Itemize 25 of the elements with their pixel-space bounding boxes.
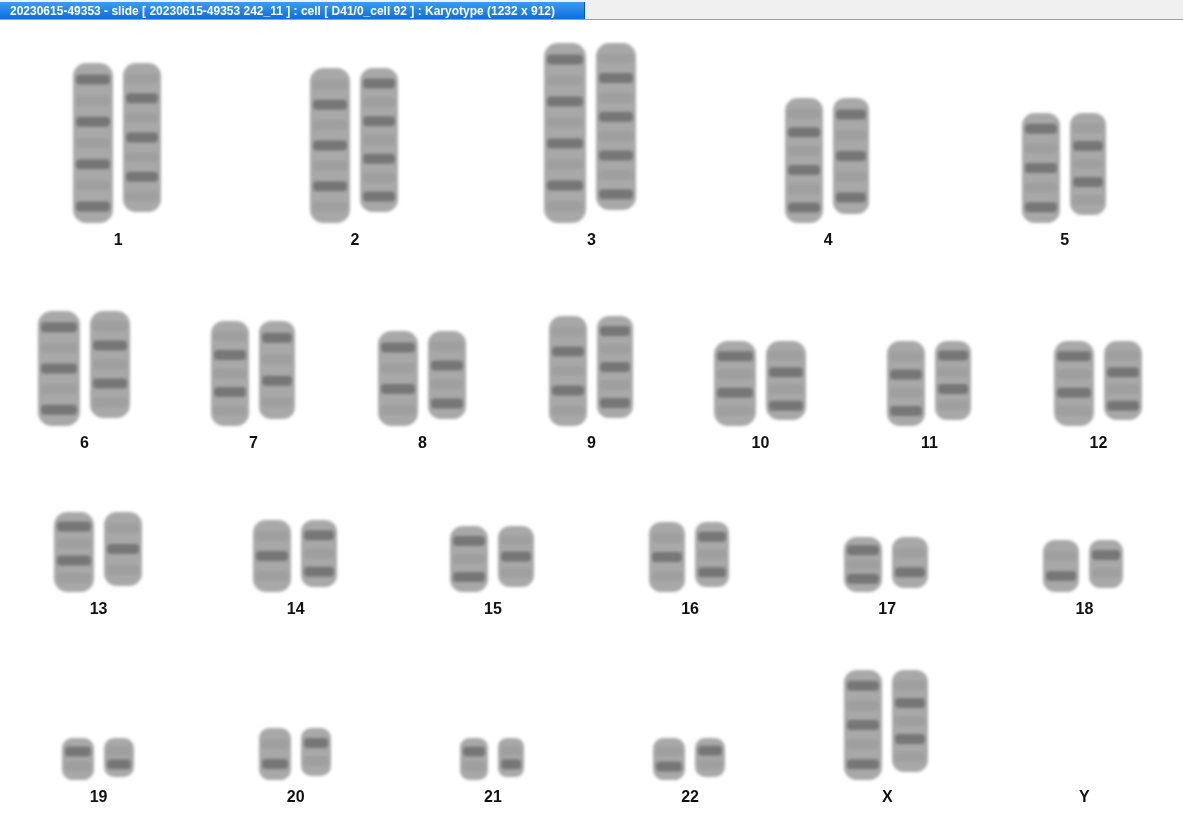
- chromosome-number: 15: [484, 600, 502, 618]
- chromosome-number: 1: [113, 231, 123, 249]
- chromosome-number: 19: [89, 788, 108, 806]
- chromosome-number: 10: [751, 434, 770, 452]
- chromosome-number: 18: [1075, 600, 1094, 618]
- chromosome-number: X: [881, 788, 893, 806]
- chromosome-number: Y: [1079, 788, 1090, 806]
- chromosome-number: 13: [89, 600, 108, 618]
- chromosome-number: 17: [878, 600, 897, 618]
- chromosome-number: 4: [823, 231, 833, 249]
- chromosome-number: 6: [80, 434, 89, 452]
- chromosome-number: 3: [587, 231, 596, 249]
- chromosome-number: 22: [681, 788, 699, 806]
- chromosome-number: 14: [286, 600, 305, 618]
- chromosome-number: 8: [418, 434, 427, 452]
- chromosome-number: 20: [286, 788, 305, 806]
- chromosome-number: 2: [350, 231, 360, 249]
- chromosome-number: 16: [681, 600, 699, 618]
- chromosome-number: 7: [249, 434, 258, 452]
- chromosome-number: 9: [587, 434, 596, 452]
- chromosome-number: 11: [921, 434, 938, 452]
- chromosome-number: 21: [484, 788, 502, 806]
- chromosome-number: 12: [1089, 434, 1108, 452]
- chromosome-number: 5: [1060, 231, 1070, 249]
- window-title: 20230615-49353 - slide [ 20230615-49353 242_11 ] : cell [ D41/0_cell 92 ] : Karyotype (1232 x 912): [0, 2, 585, 19]
